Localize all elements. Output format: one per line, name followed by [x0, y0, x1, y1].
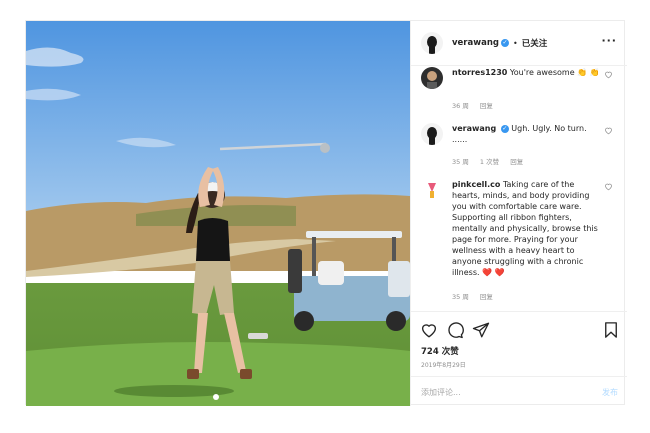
avatar-image — [421, 179, 443, 201]
save-icon[interactable] — [602, 321, 620, 339]
avatar[interactable] — [421, 179, 443, 201]
comment-icon[interactable] — [446, 321, 464, 339]
comment-item: verawang ✓ Ugh. Ugly. No turn. ...... 35… — [421, 123, 621, 171]
comment-text: You're awesome 👏 👏 — [509, 68, 600, 77]
comment-like-icon[interactable] — [604, 182, 613, 191]
post-header: verawang ✓ • 已关注 ··· — [411, 21, 627, 66]
follow-status-button[interactable]: 已关注 — [522, 37, 548, 49]
reply-button[interactable]: 回复 — [480, 102, 493, 110]
comment-username[interactable]: ntorres1230 — [452, 68, 507, 77]
comment-username[interactable]: pinkcell.co — [452, 180, 500, 189]
avatar[interactable] — [421, 123, 443, 145]
reply-button[interactable]: 回复 — [510, 158, 523, 166]
share-icon[interactable] — [472, 321, 490, 339]
comment-meta: 35 周 1 次赞 回复 — [452, 156, 532, 166]
golf-photo — [26, 21, 410, 406]
comment-input[interactable]: 添加评论... — [421, 387, 461, 398]
like-count[interactable]: 724 次赞 — [421, 345, 459, 357]
post-comment-button[interactable]: 发布 — [602, 387, 618, 398]
comment-text: Taking care of the hearts, minds, and bo… — [452, 180, 598, 277]
verified-icon: ✓ — [500, 39, 509, 47]
comment-body: verawang ✓ Ugh. Ugly. No turn. ...... — [452, 123, 602, 145]
avatar-image — [421, 123, 443, 145]
more-icon[interactable]: ··· — [601, 35, 617, 46]
avatar[interactable] — [421, 67, 443, 89]
comment-like-icon[interactable] — [604, 126, 613, 135]
post-username[interactable]: verawang — [452, 38, 499, 48]
action-icons — [420, 321, 620, 339]
comment-time[interactable]: 36 周 — [452, 102, 469, 110]
avatar-image — [421, 32, 443, 54]
reply-button[interactable]: 回复 — [480, 293, 493, 301]
comment-item: ntorres1230 You're awesome 👏 👏 36 周 回复 — [421, 67, 621, 117]
header-separator: • — [512, 38, 518, 48]
comment-time[interactable]: 35 周 — [452, 158, 469, 166]
avatar-image — [421, 67, 443, 89]
post-photo[interactable] — [26, 21, 410, 406]
like-icon[interactable] — [420, 321, 438, 339]
comment-meta: 35 周 回复 — [452, 291, 502, 301]
comment-meta: 36 周 回复 — [452, 100, 502, 110]
comment-item: pinkcell.co Taking care of the hearts, m… — [421, 179, 621, 307]
comment-box: 添加评论... 发布 — [411, 376, 627, 407]
post-actions: 724 次赞 2019年8月29日 添加评论... 发布 — [411, 311, 627, 406]
post-date: 2019年8月29日 — [421, 362, 466, 369]
comment-like-icon[interactable] — [604, 70, 613, 79]
verified-icon: ✓ — [500, 125, 509, 133]
post-card: verawang ✓ • 已关注 ··· ntorres1230 You're … — [25, 20, 627, 406]
comment-username[interactable]: verawang — [452, 124, 496, 133]
comment-body: ntorres1230 You're awesome 👏 👏 — [452, 67, 602, 78]
comment-body: pinkcell.co Taking care of the hearts, m… — [452, 179, 602, 278]
comment-time[interactable]: 35 周 — [452, 293, 469, 301]
avatar[interactable] — [421, 32, 443, 54]
side-panel: verawang ✓ • 已关注 ··· ntorres1230 You're … — [410, 21, 627, 406]
comment-likes[interactable]: 1 次赞 — [480, 158, 499, 166]
